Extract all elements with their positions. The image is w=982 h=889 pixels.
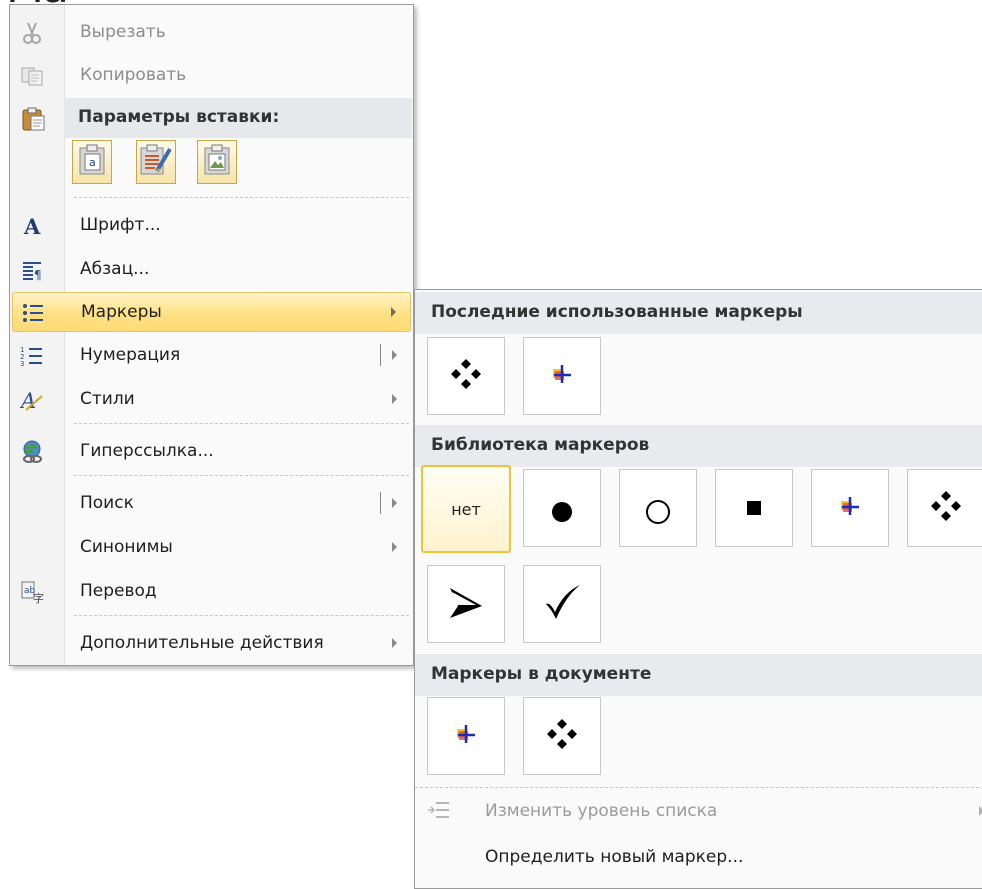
split-divider bbox=[380, 344, 381, 366]
bullet-none-label: нет bbox=[451, 499, 481, 519]
menu-separator bbox=[74, 475, 409, 476]
menu-item-copy-label: Копировать bbox=[80, 65, 187, 85]
scissors-icon bbox=[20, 21, 44, 45]
bullet-checkmark-tile[interactable] bbox=[523, 565, 601, 643]
hollow-circle-icon bbox=[644, 486, 672, 531]
submenu-arrow-icon bbox=[391, 307, 396, 317]
recent-bullets-header: Последние использованные маркеры bbox=[415, 292, 982, 334]
menu-item-styles[interactable]: A Стили bbox=[12, 380, 411, 420]
color-cross-icon bbox=[454, 722, 478, 751]
paste-options-label: Параметры вставки: bbox=[78, 107, 280, 127]
change-list-level-label: Изменить уровень списка bbox=[485, 801, 718, 821]
font-a-icon: A bbox=[20, 214, 44, 238]
diamond-cluster-icon bbox=[449, 357, 483, 396]
menu-item-synonyms-label: Синонимы bbox=[80, 537, 173, 557]
diamond-cluster-icon bbox=[929, 489, 963, 528]
numbered-list-icon: 1 2 3 bbox=[20, 344, 44, 368]
svg-text:a: a bbox=[89, 156, 96, 169]
paste-merge-formatting-button[interactable] bbox=[136, 140, 176, 184]
menu-item-paragraph-label: Абзац... bbox=[80, 259, 150, 279]
bullet-color-cross-tile[interactable] bbox=[811, 469, 889, 547]
menu-item-cut-label: Вырезать bbox=[80, 22, 166, 42]
paste-keep-source-icon: a bbox=[77, 144, 107, 181]
bullet-list-icon bbox=[21, 301, 45, 325]
bullet-hollow-circle-tile[interactable] bbox=[619, 469, 697, 547]
submenu-arrow-icon[interactable] bbox=[392, 498, 397, 508]
menu-item-font-label: Шрифт... bbox=[80, 215, 161, 235]
menu-item-translate-label: Перевод bbox=[80, 581, 157, 601]
styles-icon: A bbox=[20, 388, 44, 412]
svg-text:3: 3 bbox=[20, 360, 24, 367]
menu-item-more-actions[interactable]: Дополнительные действия bbox=[12, 624, 411, 664]
bullet-arrowhead-tile[interactable] bbox=[427, 565, 505, 643]
define-new-bullet-item[interactable]: Определить новый маркер... bbox=[415, 838, 982, 878]
menu-item-bullets-label: Маркеры bbox=[81, 302, 162, 322]
split-divider bbox=[380, 492, 381, 514]
paste-merge-icon bbox=[139, 143, 173, 182]
define-new-bullet-label: Определить новый маркер... bbox=[485, 847, 744, 867]
submenu-arrow-icon[interactable] bbox=[392, 350, 397, 360]
menu-item-numbering-label: Нумерация bbox=[80, 345, 181, 365]
menu-item-bullets[interactable]: Маркеры bbox=[12, 292, 411, 332]
bullet-filled-circle-tile[interactable] bbox=[523, 469, 601, 547]
menu-item-translate[interactable]: ab 字 Перевод bbox=[12, 572, 411, 612]
menu-item-font[interactable]: A Шрифт... bbox=[12, 206, 411, 246]
svg-text:¶: ¶ bbox=[34, 268, 42, 281]
svg-text:字: 字 bbox=[33, 591, 44, 604]
svg-text:A: A bbox=[23, 215, 41, 237]
menu-item-synonyms[interactable]: Синонимы bbox=[12, 528, 411, 568]
paste-keep-formatting-button[interactable]: a bbox=[72, 140, 112, 184]
document-bullet-diamond[interactable] bbox=[523, 697, 601, 775]
paste-picture-button[interactable] bbox=[197, 140, 237, 184]
submenu-arrow-icon bbox=[392, 394, 397, 404]
bullet-library-header: Библиотека маркеров bbox=[415, 425, 982, 467]
paste-picture-icon bbox=[202, 144, 232, 181]
menu-item-styles-label: Стили bbox=[80, 389, 135, 409]
recent-bullet-diamond[interactable] bbox=[427, 337, 505, 415]
color-cross-icon bbox=[838, 494, 862, 523]
filled-circle-icon bbox=[549, 486, 575, 531]
paste-options-header: Параметры вставки: bbox=[64, 98, 412, 138]
arrowhead-icon bbox=[446, 584, 486, 625]
change-list-level-item[interactable]: Изменить уровень списка bbox=[415, 792, 982, 832]
menu-separator bbox=[74, 423, 409, 424]
color-cross-icon bbox=[550, 362, 574, 391]
paragraph-icon: ¶ bbox=[20, 258, 44, 282]
menu-item-search[interactable]: Поиск bbox=[12, 484, 411, 524]
recent-bullet-color-cross[interactable] bbox=[523, 337, 601, 415]
indent-level-icon bbox=[427, 800, 451, 824]
menu-item-numbering[interactable]: 1 2 3 Нумерация bbox=[12, 336, 411, 376]
copy-icon bbox=[20, 64, 44, 88]
menu-item-paragraph[interactable]: ¶ Абзац... bbox=[12, 250, 411, 290]
menu-item-hyperlink[interactable]: Гиперссылка... bbox=[12, 432, 411, 472]
menu-item-hyperlink-label: Гиперссылка... bbox=[80, 441, 214, 461]
document-bullets-header: Маркеры в документе bbox=[415, 654, 982, 696]
flyout-separator bbox=[415, 787, 982, 788]
submenu-arrow-icon bbox=[392, 542, 397, 552]
checkmark-icon bbox=[542, 582, 582, 627]
submenu-arrow-icon bbox=[392, 638, 397, 648]
menu-separator bbox=[74, 615, 409, 616]
bullets-flyout: Последние использованные маркеры Библиот… bbox=[414, 289, 982, 889]
menu-item-copy[interactable]: Копировать bbox=[12, 56, 411, 96]
bullet-square-tile[interactable] bbox=[715, 469, 793, 547]
filled-square-icon bbox=[744, 489, 764, 528]
clipboard-icon bbox=[20, 106, 46, 137]
context-menu: Вырезать Копировать Параметры вставки: a… bbox=[9, 4, 414, 666]
bullet-diamond-tile[interactable] bbox=[907, 469, 982, 547]
diamond-cluster-icon bbox=[545, 717, 579, 756]
menu-separator bbox=[74, 197, 409, 198]
translate-icon: ab 字 bbox=[20, 580, 44, 604]
document-bullet-color-cross[interactable] bbox=[427, 697, 505, 775]
menu-item-more-actions-label: Дополнительные действия bbox=[80, 633, 324, 653]
menu-item-search-label: Поиск bbox=[80, 493, 134, 513]
menu-item-cut[interactable]: Вырезать bbox=[12, 13, 411, 53]
bullet-none-tile[interactable]: нет bbox=[421, 465, 511, 553]
globe-link-icon bbox=[20, 440, 44, 464]
